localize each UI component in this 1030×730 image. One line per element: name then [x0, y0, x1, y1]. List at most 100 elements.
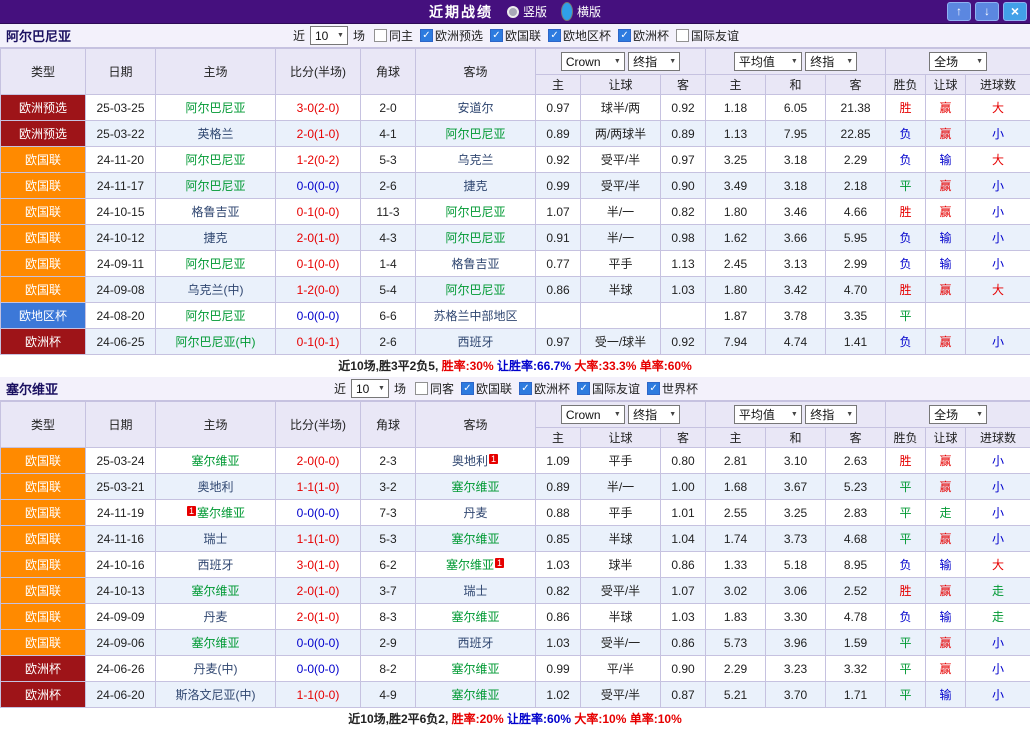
away-team-link[interactable]: 安道尔 [457, 101, 493, 115]
filter-option[interactable]: ✓欧国联 [490, 27, 541, 44]
home-team-link[interactable]: 西班牙 [197, 558, 233, 572]
away-team-link[interactable]: 塞尔维亚 [451, 532, 499, 546]
unchecked-checkbox-icon[interactable] [676, 29, 689, 42]
bookmaker-select[interactable]: Crown▼ [561, 52, 625, 71]
away-team-link[interactable]: 阿尔巴尼亚 [445, 283, 505, 297]
filter-option[interactable]: 同主 [374, 27, 413, 44]
away-team-link[interactable]: 塞尔维亚1 [446, 558, 505, 572]
filter-option[interactable]: ✓欧洲杯 [519, 380, 570, 397]
layout-radio-vertical[interactable]: 竖版 [507, 3, 547, 20]
euro-stage-select[interactable]: 终指▼ [805, 405, 857, 424]
home-team-link[interactable]: 阿尔巴尼亚(中) [176, 335, 256, 349]
home-team-link[interactable]: 阿尔巴尼亚 [185, 309, 245, 323]
unchecked-checkbox-icon[interactable] [415, 382, 428, 395]
away-team-link[interactable]: 瑞士 [463, 584, 487, 598]
corner-score: 2-3 [361, 448, 416, 474]
filter-option[interactable]: ✓欧地区杯 [548, 27, 611, 44]
checked-checkbox-icon[interactable]: ✓ [519, 382, 532, 395]
scope-select[interactable]: 全场▼ [929, 52, 987, 71]
scroll-up-button[interactable]: ↑ [947, 2, 971, 21]
close-button[interactable]: × [1003, 2, 1027, 21]
away-team-link[interactable]: 阿尔巴尼亚 [445, 205, 505, 219]
filter-option[interactable]: ✓欧洲预选 [420, 27, 483, 44]
summary-stat: 让胜率:60% [507, 712, 574, 726]
home-team-link[interactable]: 丹麦(中) [194, 662, 238, 676]
filter-option[interactable]: ✓欧洲杯 [618, 27, 669, 44]
section-team-title: 阿尔巴尼亚 [6, 26, 71, 45]
home-team-link[interactable]: 阿尔巴尼亚 [185, 179, 245, 193]
team-label: 塞尔维亚 [191, 584, 239, 598]
home-team-link[interactable]: 格鲁吉亚 [191, 205, 239, 219]
asian-odds-value: 0.92 [661, 95, 706, 121]
home-team-link[interactable]: 1塞尔维亚 [186, 506, 245, 520]
team-label: 英格兰 [197, 127, 233, 141]
average-odds-select[interactable]: 平均值▼ [734, 52, 802, 71]
home-team-link-cell: 阿尔巴尼亚 [156, 173, 276, 199]
away-team-link[interactable]: 塞尔维亚 [451, 662, 499, 676]
home-team-link[interactable]: 阿尔巴尼亚 [185, 101, 245, 115]
checked-checkbox-icon[interactable]: ✓ [420, 29, 433, 42]
asian-odds-value: 0.86 [661, 552, 706, 578]
filter-option[interactable]: ✓国际友谊 [577, 380, 640, 397]
away-team-link[interactable]: 西班牙 [457, 335, 493, 349]
away-team-link[interactable]: 阿尔巴尼亚 [445, 231, 505, 245]
competition-type-badge: 欧国联 [1, 578, 86, 604]
away-team-link[interactable]: 阿尔巴尼亚 [445, 127, 505, 141]
checked-checkbox-icon[interactable]: ✓ [647, 382, 660, 395]
away-team-link[interactable]: 塞尔维亚 [451, 610, 499, 624]
checked-checkbox-icon[interactable]: ✓ [490, 29, 503, 42]
match-count-select[interactable]: 10▼ [351, 379, 389, 398]
home-team-link[interactable]: 丹麦 [203, 610, 227, 624]
section-team-title: 塞尔维亚 [6, 379, 58, 398]
checked-checkbox-icon[interactable]: ✓ [548, 29, 561, 42]
filter-option[interactable]: 同客 [415, 380, 454, 397]
result-flag: 输 [926, 682, 966, 708]
home-team-link[interactable]: 塞尔维亚 [191, 636, 239, 650]
away-team-link[interactable]: 苏格兰中部地区 [433, 309, 517, 323]
home-team-link[interactable]: 奥地利 [197, 480, 233, 494]
home-team-link[interactable]: 塞尔维亚 [191, 584, 239, 598]
asian-odds-value: 1.09 [536, 448, 581, 474]
away-team-link[interactable]: 西班牙 [457, 636, 493, 650]
euro-stage-select[interactable]: 终指▼ [805, 52, 857, 71]
summary-stat: 大率:10% [574, 712, 629, 726]
section-summary: 近10场,胜3平2负5, 胜率:30% 让胜率:66.7% 大率:33.3% 单… [0, 355, 1030, 377]
average-odds-select[interactable]: 平均值▼ [734, 405, 802, 424]
asian-stage-select[interactable]: 终指▼ [628, 405, 680, 424]
checked-checkbox-icon[interactable]: ✓ [618, 29, 631, 42]
scroll-down-button[interactable]: ↓ [975, 2, 999, 21]
summary-stat: 让胜率:66.7% [497, 359, 574, 373]
away-team-link[interactable]: 乌克兰 [457, 153, 493, 167]
away-team-link[interactable]: 丹麦 [463, 506, 487, 520]
away-team-link[interactable]: 塞尔维亚 [451, 688, 499, 702]
home-team-link[interactable]: 阿尔巴尼亚 [185, 257, 245, 271]
match-row: 欧洲杯24-06-20斯洛文尼亚(中)1-1(0-0)4-9塞尔维亚1.02受平… [1, 682, 1030, 708]
away-team-link[interactable]: 格鲁吉亚 [451, 257, 499, 271]
checked-checkbox-icon[interactable]: ✓ [461, 382, 474, 395]
match-count-select[interactable]: 10▼ [310, 26, 348, 45]
home-team-link[interactable]: 塞尔维亚 [191, 454, 239, 468]
home-team-link-cell: 格鲁吉亚 [156, 199, 276, 225]
euro-odds-value: 4.74 [766, 329, 826, 355]
column-header: 主场 [156, 402, 276, 448]
filter-option[interactable]: 国际友谊 [676, 27, 739, 44]
checked-checkbox-icon[interactable]: ✓ [577, 382, 590, 395]
asian-stage-select[interactable]: 终指▼ [628, 52, 680, 71]
home-team-link[interactable]: 瑞士 [203, 532, 227, 546]
unchecked-checkbox-icon[interactable] [374, 29, 387, 42]
match-date: 24-11-19 [86, 500, 156, 526]
layout-radio-horizontal[interactable]: 横版 [561, 2, 601, 21]
bookmaker-select[interactable]: Crown▼ [561, 405, 625, 424]
away-team-link[interactable]: 奥地利1 [452, 454, 499, 468]
away-team-link[interactable]: 塞尔维亚 [451, 480, 499, 494]
select-value: 全场 [934, 406, 958, 423]
home-team-link[interactable]: 斯洛文尼亚(中) [176, 688, 256, 702]
away-team-link[interactable]: 捷克 [463, 179, 487, 193]
home-team-link[interactable]: 阿尔巴尼亚 [185, 153, 245, 167]
home-team-link[interactable]: 英格兰 [197, 127, 233, 141]
home-team-link[interactable]: 乌克兰(中) [188, 283, 244, 297]
filter-option[interactable]: ✓世界杯 [647, 380, 698, 397]
filter-option[interactable]: ✓欧国联 [461, 380, 512, 397]
home-team-link[interactable]: 捷克 [203, 231, 227, 245]
scope-select[interactable]: 全场▼ [929, 405, 987, 424]
